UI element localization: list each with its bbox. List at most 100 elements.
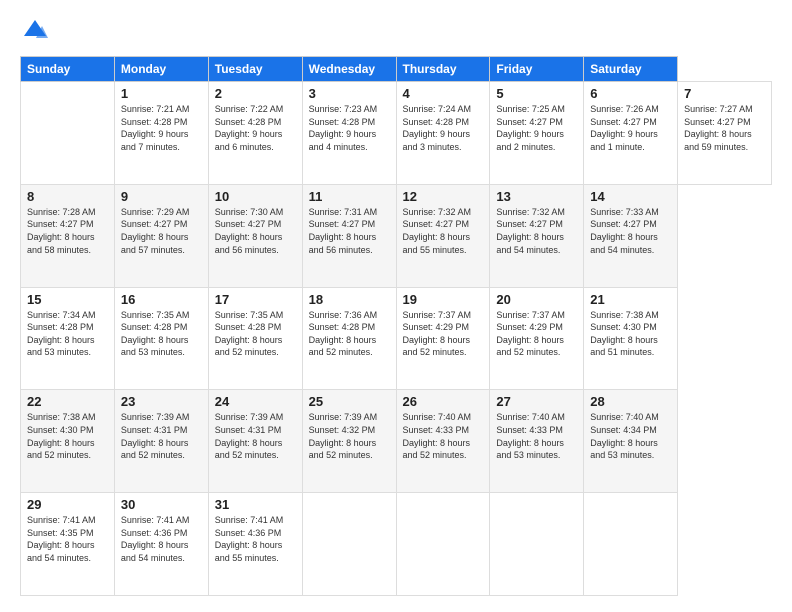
calendar-week-1: 8 Sunrise: 7:28 AMSunset: 4:27 PMDayligh… — [21, 184, 772, 287]
cell-text: Sunrise: 7:34 AMSunset: 4:28 PMDaylight:… — [27, 310, 96, 358]
day-number: 11 — [309, 189, 390, 204]
cell-text: Sunrise: 7:28 AMSunset: 4:27 PMDaylight:… — [27, 207, 96, 255]
day-number: 22 — [27, 394, 108, 409]
calendar-table: Sunday Monday Tuesday Wednesday Thursday… — [20, 56, 772, 596]
cell-text: Sunrise: 7:24 AMSunset: 4:28 PMDaylight:… — [403, 104, 472, 152]
day-number: 7 — [684, 86, 765, 101]
day-number: 30 — [121, 497, 202, 512]
table-row — [396, 493, 490, 596]
table-row: 31 Sunrise: 7:41 AMSunset: 4:36 PMDaylig… — [208, 493, 302, 596]
table-row: 19 Sunrise: 7:37 AMSunset: 4:29 PMDaylig… — [396, 287, 490, 390]
cell-text: Sunrise: 7:37 AMSunset: 4:29 PMDaylight:… — [496, 310, 565, 358]
cell-text: Sunrise: 7:40 AMSunset: 4:34 PMDaylight:… — [590, 412, 659, 460]
day-number: 27 — [496, 394, 577, 409]
day-number: 6 — [590, 86, 671, 101]
table-row: 13 Sunrise: 7:32 AMSunset: 4:27 PMDaylig… — [490, 184, 584, 287]
logo — [20, 16, 54, 46]
calendar-week-4: 29 Sunrise: 7:41 AMSunset: 4:35 PMDaylig… — [21, 493, 772, 596]
table-row: 18 Sunrise: 7:36 AMSunset: 4:28 PMDaylig… — [302, 287, 396, 390]
table-row — [584, 493, 678, 596]
day-number: 2 — [215, 86, 296, 101]
day-number: 10 — [215, 189, 296, 204]
day-number: 5 — [496, 86, 577, 101]
table-row: 7 Sunrise: 7:27 AMSunset: 4:27 PMDayligh… — [678, 82, 772, 185]
col-monday: Monday — [114, 57, 208, 82]
table-row: 1 Sunrise: 7:21 AMSunset: 4:28 PMDayligh… — [114, 82, 208, 185]
day-number: 12 — [403, 189, 484, 204]
table-row: 8 Sunrise: 7:28 AMSunset: 4:27 PMDayligh… — [21, 184, 115, 287]
table-row — [490, 493, 584, 596]
calendar-week-3: 22 Sunrise: 7:38 AMSunset: 4:30 PMDaylig… — [21, 390, 772, 493]
cell-text: Sunrise: 7:23 AMSunset: 4:28 PMDaylight:… — [309, 104, 378, 152]
cell-text: Sunrise: 7:39 AMSunset: 4:31 PMDaylight:… — [121, 412, 190, 460]
col-tuesday: Tuesday — [208, 57, 302, 82]
cell-text: Sunrise: 7:41 AMSunset: 4:36 PMDaylight:… — [215, 515, 284, 563]
day-number: 14 — [590, 189, 671, 204]
cell-text: Sunrise: 7:33 AMSunset: 4:27 PMDaylight:… — [590, 207, 659, 255]
empty-cell — [21, 82, 115, 185]
cell-text: Sunrise: 7:40 AMSunset: 4:33 PMDaylight:… — [496, 412, 565, 460]
day-number: 15 — [27, 292, 108, 307]
table-row: 14 Sunrise: 7:33 AMSunset: 4:27 PMDaylig… — [584, 184, 678, 287]
cell-text: Sunrise: 7:25 AMSunset: 4:27 PMDaylight:… — [496, 104, 565, 152]
table-row: 12 Sunrise: 7:32 AMSunset: 4:27 PMDaylig… — [396, 184, 490, 287]
col-wednesday: Wednesday — [302, 57, 396, 82]
cell-text: Sunrise: 7:21 AMSunset: 4:28 PMDaylight:… — [121, 104, 190, 152]
cell-text: Sunrise: 7:32 AMSunset: 4:27 PMDaylight:… — [403, 207, 472, 255]
calendar-week-2: 15 Sunrise: 7:34 AMSunset: 4:28 PMDaylig… — [21, 287, 772, 390]
day-number: 13 — [496, 189, 577, 204]
table-row: 9 Sunrise: 7:29 AMSunset: 4:27 PMDayligh… — [114, 184, 208, 287]
table-row: 17 Sunrise: 7:35 AMSunset: 4:28 PMDaylig… — [208, 287, 302, 390]
table-row: 25 Sunrise: 7:39 AMSunset: 4:32 PMDaylig… — [302, 390, 396, 493]
header-row: Sunday Monday Tuesday Wednesday Thursday… — [21, 57, 772, 82]
cell-text: Sunrise: 7:41 AMSunset: 4:36 PMDaylight:… — [121, 515, 190, 563]
cell-text: Sunrise: 7:39 AMSunset: 4:31 PMDaylight:… — [215, 412, 284, 460]
day-number: 29 — [27, 497, 108, 512]
table-row: 6 Sunrise: 7:26 AMSunset: 4:27 PMDayligh… — [584, 82, 678, 185]
table-row: 28 Sunrise: 7:40 AMSunset: 4:34 PMDaylig… — [584, 390, 678, 493]
cell-text: Sunrise: 7:36 AMSunset: 4:28 PMDaylight:… — [309, 310, 378, 358]
cell-text: Sunrise: 7:26 AMSunset: 4:27 PMDaylight:… — [590, 104, 659, 152]
page: Sunday Monday Tuesday Wednesday Thursday… — [0, 0, 792, 612]
day-number: 24 — [215, 394, 296, 409]
col-sunday: Sunday — [21, 57, 115, 82]
calendar-week-0: 1 Sunrise: 7:21 AMSunset: 4:28 PMDayligh… — [21, 82, 772, 185]
day-number: 17 — [215, 292, 296, 307]
day-number: 1 — [121, 86, 202, 101]
day-number: 28 — [590, 394, 671, 409]
day-number: 31 — [215, 497, 296, 512]
cell-text: Sunrise: 7:30 AMSunset: 4:27 PMDaylight:… — [215, 207, 284, 255]
cell-text: Sunrise: 7:38 AMSunset: 4:30 PMDaylight:… — [27, 412, 96, 460]
header — [20, 16, 772, 46]
table-row: 29 Sunrise: 7:41 AMSunset: 4:35 PMDaylig… — [21, 493, 115, 596]
col-saturday: Saturday — [584, 57, 678, 82]
cell-text: Sunrise: 7:32 AMSunset: 4:27 PMDaylight:… — [496, 207, 565, 255]
table-row: 22 Sunrise: 7:38 AMSunset: 4:30 PMDaylig… — [21, 390, 115, 493]
cell-text: Sunrise: 7:35 AMSunset: 4:28 PMDaylight:… — [121, 310, 190, 358]
calendar-body: 1 Sunrise: 7:21 AMSunset: 4:28 PMDayligh… — [21, 82, 772, 596]
table-row: 5 Sunrise: 7:25 AMSunset: 4:27 PMDayligh… — [490, 82, 584, 185]
day-number: 20 — [496, 292, 577, 307]
day-number: 18 — [309, 292, 390, 307]
table-row: 24 Sunrise: 7:39 AMSunset: 4:31 PMDaylig… — [208, 390, 302, 493]
table-row: 27 Sunrise: 7:40 AMSunset: 4:33 PMDaylig… — [490, 390, 584, 493]
logo-icon — [20, 16, 50, 46]
cell-text: Sunrise: 7:37 AMSunset: 4:29 PMDaylight:… — [403, 310, 472, 358]
table-row: 20 Sunrise: 7:37 AMSunset: 4:29 PMDaylig… — [490, 287, 584, 390]
col-thursday: Thursday — [396, 57, 490, 82]
table-row: 3 Sunrise: 7:23 AMSunset: 4:28 PMDayligh… — [302, 82, 396, 185]
table-row: 4 Sunrise: 7:24 AMSunset: 4:28 PMDayligh… — [396, 82, 490, 185]
cell-text: Sunrise: 7:27 AMSunset: 4:27 PMDaylight:… — [684, 104, 753, 152]
table-row: 23 Sunrise: 7:39 AMSunset: 4:31 PMDaylig… — [114, 390, 208, 493]
table-row: 2 Sunrise: 7:22 AMSunset: 4:28 PMDayligh… — [208, 82, 302, 185]
table-row: 21 Sunrise: 7:38 AMSunset: 4:30 PMDaylig… — [584, 287, 678, 390]
day-number: 23 — [121, 394, 202, 409]
cell-text: Sunrise: 7:31 AMSunset: 4:27 PMDaylight:… — [309, 207, 378, 255]
cell-text: Sunrise: 7:39 AMSunset: 4:32 PMDaylight:… — [309, 412, 378, 460]
cell-text: Sunrise: 7:22 AMSunset: 4:28 PMDaylight:… — [215, 104, 284, 152]
day-number: 4 — [403, 86, 484, 101]
cell-text: Sunrise: 7:38 AMSunset: 4:30 PMDaylight:… — [590, 310, 659, 358]
day-number: 16 — [121, 292, 202, 307]
day-number: 9 — [121, 189, 202, 204]
cell-text: Sunrise: 7:35 AMSunset: 4:28 PMDaylight:… — [215, 310, 284, 358]
